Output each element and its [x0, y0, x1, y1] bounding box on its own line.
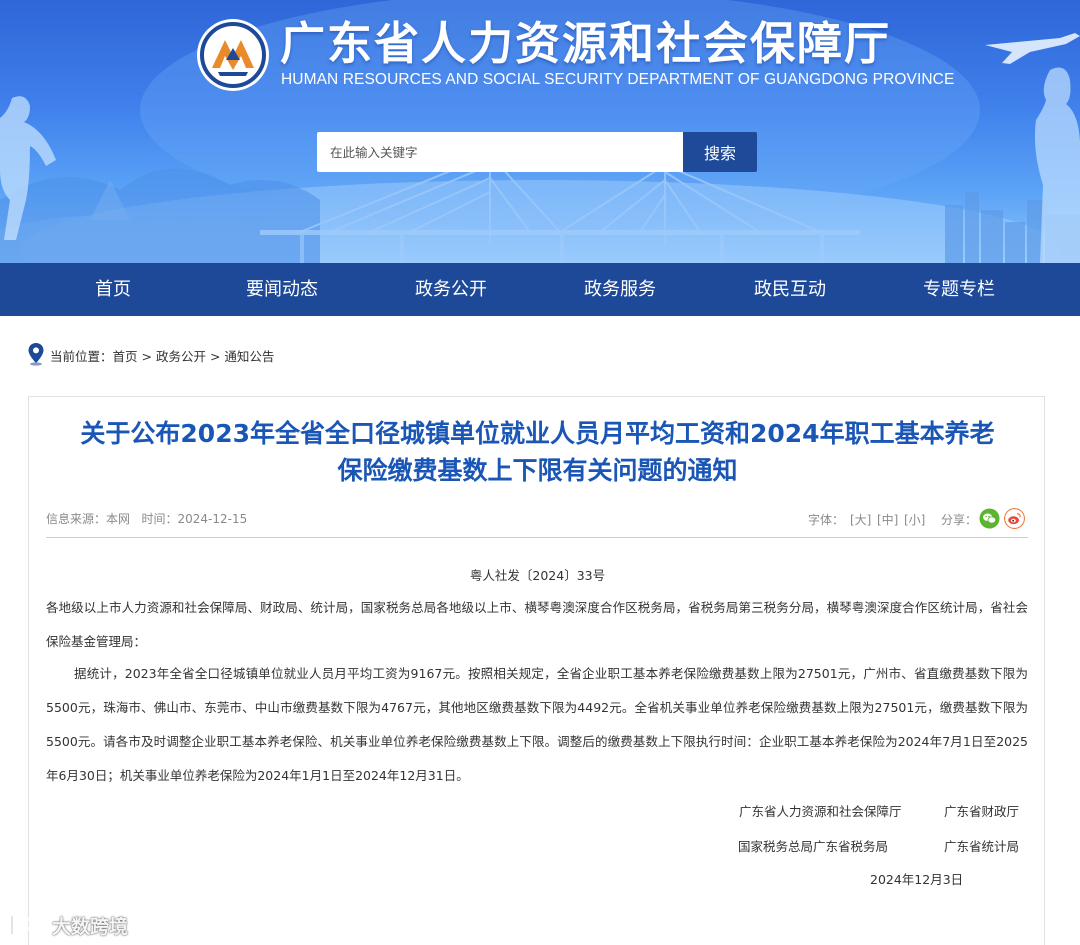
article-card: 关于公布2023年全省全口径城镇单位就业人员月平均工资和2024年职工基本养老 … [28, 396, 1045, 945]
signature-org-tax-bureau: 国家税务总局广东省税务局 [738, 839, 889, 854]
font-size-label: 字体： [808, 513, 845, 527]
article-addressees: 各地级以上市人力资源和社会保障局、财政局、统计局，国家税务总局各地级以上市、横琴… [46, 600, 1028, 649]
site-subtitle: HUMAN RESOURCES AND SOCIAL SECURITY DEPA… [281, 71, 955, 88]
article-title-line-1: 关于公布2023年全省全口径城镇单位就业人员月平均工资和2024年职工基本养老 [80, 419, 995, 448]
breadcrumb-separator: > [137, 349, 156, 364]
article-title-line-2: 保险缴费基数上下限有关问题的通知 [337, 456, 738, 485]
time-value: 2024-12-15 [177, 512, 248, 526]
signature-org-hr-department: 广东省人力资源和社会保障厅 [739, 804, 902, 819]
hr-department-emblem-icon [197, 19, 269, 91]
breadcrumb-notices-link[interactable]: 通知公告 [224, 349, 274, 364]
weibo-share-icon[interactable] [1004, 508, 1025, 529]
main-nav: 首页 要闻动态 政务公开 政务服务 政民互动 专题专栏 [0, 263, 1080, 316]
source-label: 信息来源： [46, 512, 107, 526]
location-pin-icon [28, 343, 44, 366]
breadcrumb-gov-affairs-link[interactable]: 政务公开 [156, 349, 206, 364]
signature-org-statistics: 广东省统计局 [944, 839, 1020, 854]
search-box: 搜索 [317, 132, 757, 172]
article-source-time: 信息来源：本网 时间：2024-12-15 [46, 510, 247, 527]
nav-item-news[interactable]: 要闻动态 [207, 263, 357, 316]
site-title: 广东省人力资源和社会保障厅 [280, 17, 892, 70]
article-title: 关于公布2023年全省全口径城镇单位就业人员月平均工资和2024年职工基本养老 … [29, 415, 1046, 489]
header-banner: 广东省人力资源和社会保障厅 HUMAN RESOURCES AND SOCIAL… [0, 0, 1080, 263]
document-number: 粤人社发〔2024〕33号 [469, 568, 606, 583]
breadcrumb: 当前位置：首页 > 政务公开 > 通知公告 [27, 342, 627, 366]
breadcrumb-text: 当前位置：首页 > 政务公开 > 通知公告 [50, 346, 274, 365]
signature-date: 2024年12月3日 [870, 872, 964, 887]
watermark: 大数跨境 [8, 910, 148, 940]
font-size-large[interactable]: [大] [850, 511, 871, 528]
nav-item-gov-affairs[interactable]: 政务公开 [376, 263, 526, 316]
breadcrumb-separator: > [205, 349, 225, 364]
watermark-text: 大数跨境 [52, 916, 129, 938]
breadcrumb-home-link[interactable]: 首页 [113, 349, 138, 364]
article-meta: 信息来源：本网 时间：2024-12-15 字体： [大] [中] [小] 分享… [46, 508, 1028, 530]
font-size-small[interactable]: [小] [904, 511, 925, 528]
meta-divider [46, 537, 1028, 538]
time-label: 时间： [141, 512, 178, 526]
wechat-share-icon[interactable] [979, 508, 1000, 529]
article-tools: 字体： [大] [中] [小] 分享： [808, 508, 1028, 530]
search-button[interactable]: 搜索 [683, 132, 757, 172]
font-size-medium[interactable]: [中] [877, 511, 898, 528]
breadcrumb-label: 当前位置： [50, 349, 113, 364]
search-input[interactable] [317, 132, 683, 172]
watermark-logo-icon [10, 914, 47, 936]
source-value: 本网 [106, 512, 131, 526]
nav-item-home[interactable]: 首页 [38, 263, 188, 316]
nav-item-topics[interactable]: 专题专栏 [884, 263, 1034, 316]
signature-org-finance: 广东省财政厅 [944, 804, 1020, 819]
share-label: 分享： [941, 513, 978, 527]
article-paragraph: 据统计，2023年全省全口径城镇单位就业人员月平均工资为9167元。按照相关规定… [46, 666, 1028, 783]
nav-item-gov-services[interactable]: 政务服务 [545, 263, 695, 316]
nav-item-interaction[interactable]: 政民互动 [715, 263, 865, 316]
